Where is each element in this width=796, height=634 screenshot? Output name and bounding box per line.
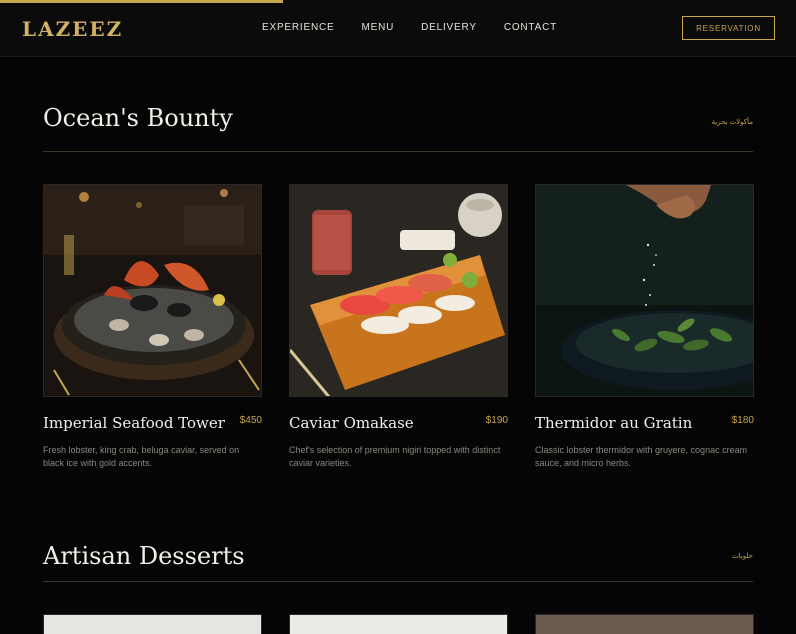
dish-name: Imperial Seafood Tower <box>43 414 225 432</box>
menu-cards: Imperial Seafood Tower $450 Fresh lobste… <box>43 184 754 470</box>
section-artisan-desserts: Artisan Desserts حلويات <box>43 542 754 634</box>
nav-delivery[interactable]: DELIVERY <box>421 22 477 33</box>
section-arabic-label: حلويات <box>732 553 753 560</box>
nav-contact[interactable]: CONTACT <box>504 22 557 33</box>
dish-name: Caviar Omakase <box>289 414 414 432</box>
menu-card[interactable] <box>535 614 754 634</box>
dish-price: $190 <box>485 415 508 426</box>
scroll-progress-bar <box>0 0 796 3</box>
sushi-board-photo <box>289 184 508 397</box>
scroll-progress-fill <box>0 0 283 3</box>
site-header: LAZEEZ EXPERIENCE MENU DELIVERY CONTACT … <box>0 0 796 57</box>
nav-experience[interactable]: EXPERIENCE <box>262 22 334 33</box>
section-header: Artisan Desserts حلويات <box>43 542 753 582</box>
main-nav: EXPERIENCE MENU DELIVERY CONTACT <box>262 22 584 33</box>
section-title: Artisan Desserts <box>43 542 245 570</box>
menu-card[interactable]: Caviar Omakase $190 Chef's selection of … <box>289 184 508 470</box>
dish-description: Fresh lobster, king crab, beluga caviar,… <box>43 445 240 468</box>
menu-card[interactable] <box>289 614 508 634</box>
reservation-button[interactable]: RESERVATION <box>682 16 775 40</box>
dessert-photo <box>289 614 508 634</box>
dish-description: Classic lobster thermidor with gruyere, … <box>535 445 748 468</box>
section-oceans-bounty: Ocean's Bounty مأكولات بحرية Imperial Se… <box>43 104 754 470</box>
dish-name: Thermidor au Gratin <box>535 414 693 432</box>
dish-price: $180 <box>731 415 754 426</box>
dessert-photo <box>43 614 262 634</box>
menu-cards <box>43 614 754 634</box>
menu-card[interactable]: Thermidor au Gratin $180 Classic lobster… <box>535 184 754 470</box>
dish-price: $450 <box>239 415 262 426</box>
menu-card[interactable] <box>43 614 262 634</box>
seafood-tower-photo <box>43 184 262 397</box>
section-header: Ocean's Bounty مأكولات بحرية <box>43 104 753 152</box>
section-arabic-label: مأكولات بحرية <box>711 119 753 126</box>
menu-card[interactable]: Imperial Seafood Tower $450 Fresh lobste… <box>43 184 262 470</box>
nav-menu[interactable]: MENU <box>361 22 394 33</box>
brand-logo[interactable]: LAZEEZ <box>22 17 123 41</box>
seasoning-bowl-photo <box>535 184 754 397</box>
section-title: Ocean's Bounty <box>43 104 233 132</box>
dish-description: Chef's selection of premium nigiri toppe… <box>289 445 501 468</box>
dessert-photo <box>535 614 754 634</box>
